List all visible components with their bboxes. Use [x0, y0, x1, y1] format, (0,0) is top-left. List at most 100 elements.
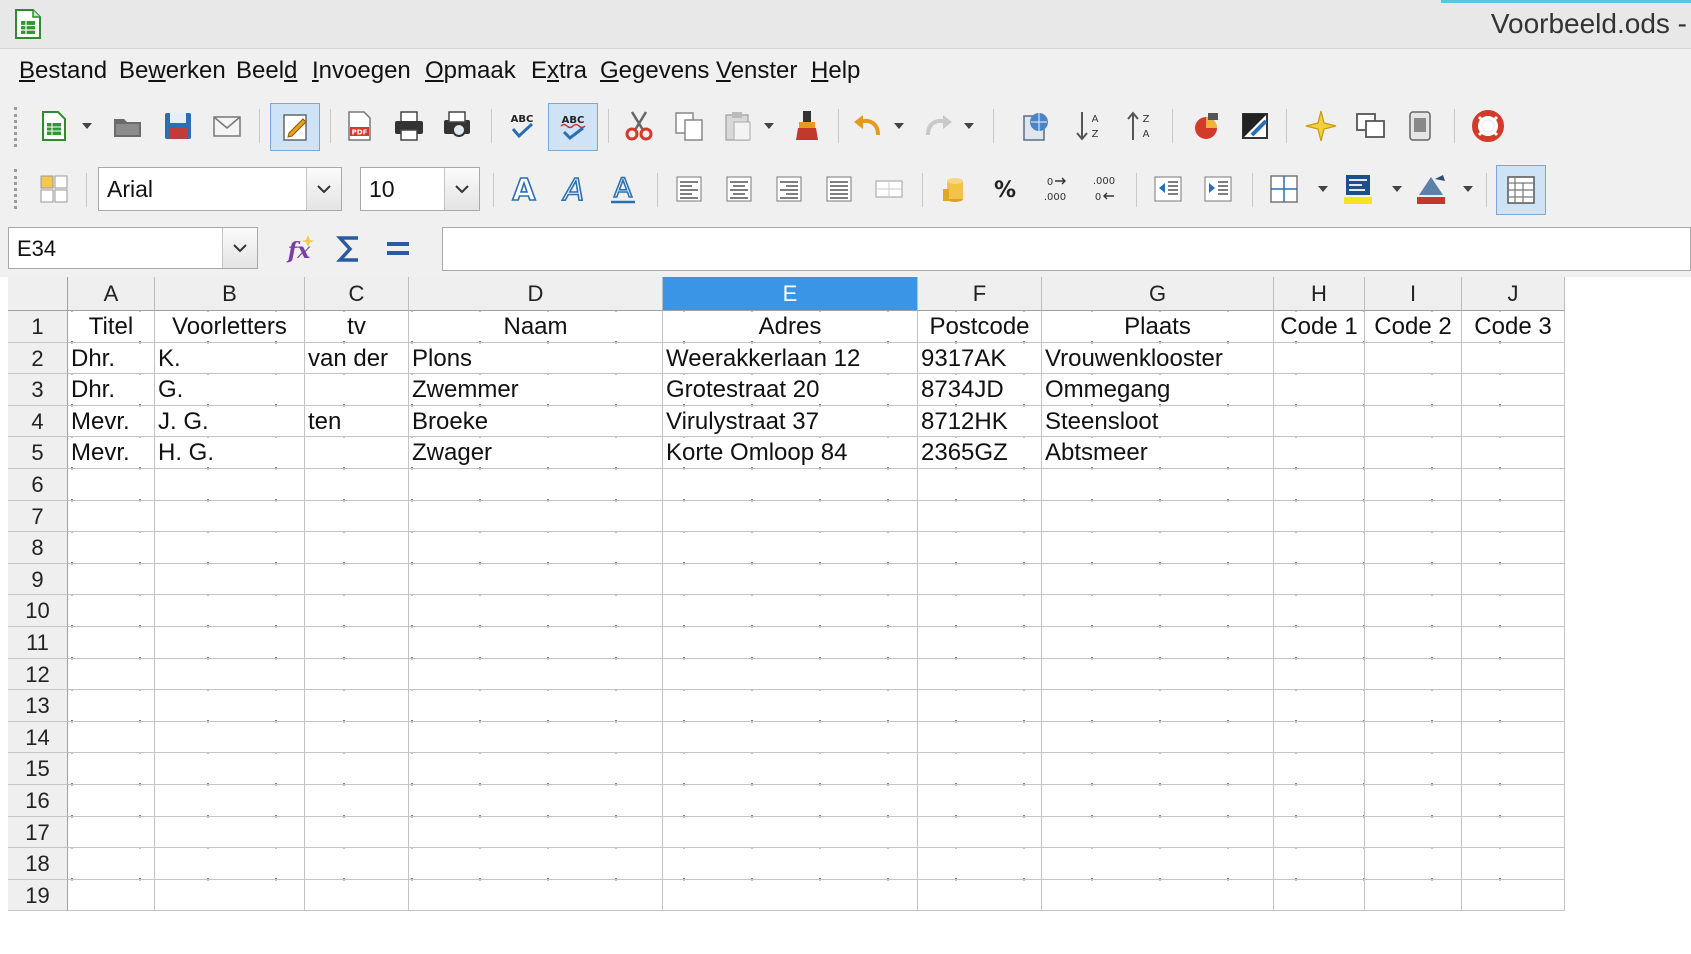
table-cell[interactable]	[1365, 469, 1462, 501]
table-cell[interactable]	[305, 532, 409, 564]
chevron-down-icon[interactable]	[306, 168, 341, 210]
help-icon[interactable]	[1466, 104, 1510, 148]
row-header[interactable]: 11	[8, 627, 68, 659]
table-cell[interactable]	[1365, 785, 1462, 817]
table-cell[interactable]	[1042, 816, 1274, 849]
header-cell[interactable]: tv	[305, 311, 409, 343]
font-color-icon[interactable]	[1409, 167, 1453, 211]
table-cell[interactable]: Korte Omloop 84	[663, 437, 918, 469]
table-cell[interactable]: Mevr.	[68, 437, 155, 469]
align-left-icon[interactable]	[667, 167, 711, 211]
table-cell[interactable]	[1462, 721, 1565, 754]
table-cell[interactable]	[155, 690, 305, 722]
table-cell[interactable]: J. G.	[155, 405, 305, 438]
table-cell[interactable]: 8734JD	[918, 374, 1042, 406]
table-cell[interactable]: H. G.	[155, 437, 305, 469]
row-header[interactable]: 8	[8, 532, 68, 564]
background-color-icon[interactable]	[1336, 167, 1380, 211]
table-cell[interactable]	[1462, 563, 1565, 596]
menu-beeld[interactable]: Beeld	[236, 57, 297, 85]
merge-cells-icon[interactable]	[867, 167, 911, 211]
table-cell[interactable]	[409, 563, 663, 596]
redo-dropdown-arrow[interactable]	[962, 104, 976, 148]
table-cell[interactable]	[1042, 848, 1274, 880]
table-cell[interactable]	[918, 469, 1042, 501]
column-header-h[interactable]: H	[1274, 277, 1365, 311]
print-icon[interactable]	[387, 104, 431, 148]
table-cell[interactable]	[1274, 469, 1365, 501]
table-cell[interactable]	[409, 816, 663, 849]
table-cell[interactable]: K.	[155, 342, 305, 375]
table-cell[interactable]	[155, 595, 305, 627]
sort-descending-icon[interactable]: ZA	[1117, 104, 1161, 148]
table-cell[interactable]: Vrouwenklooster	[1042, 342, 1274, 375]
row-header[interactable]: 3	[8, 374, 68, 406]
table-cell[interactable]	[1274, 342, 1365, 375]
function-equals-icon[interactable]	[378, 229, 418, 269]
add-decimal-icon[interactable]: 0 .000	[1033, 167, 1077, 211]
table-cell[interactable]	[1462, 879, 1565, 912]
table-cell[interactable]	[68, 721, 155, 754]
table-cell[interactable]	[305, 437, 409, 469]
table-cell[interactable]	[1042, 721, 1274, 754]
table-cell[interactable]	[409, 785, 663, 817]
table-cell[interactable]	[1042, 563, 1274, 596]
table-cell[interactable]	[68, 753, 155, 785]
insert-chart-icon[interactable]	[1184, 104, 1228, 148]
table-cell[interactable]	[1274, 437, 1365, 469]
header-cell[interactable]: Postcode	[918, 311, 1042, 343]
table-cell[interactable]	[1274, 690, 1365, 722]
table-cell[interactable]	[1274, 753, 1365, 785]
underline-icon[interactable]: A	[601, 167, 645, 211]
open-folder-icon[interactable]	[106, 104, 150, 148]
row-header[interactable]: 14	[8, 721, 68, 754]
column-header-f[interactable]: F	[918, 277, 1042, 311]
table-cell[interactable]	[918, 532, 1042, 564]
column-header-d[interactable]: D	[409, 277, 663, 311]
table-cell[interactable]	[663, 563, 918, 596]
table-cell[interactable]	[409, 753, 663, 785]
row-header[interactable]: 1	[8, 311, 68, 343]
styles-icon[interactable]	[32, 167, 76, 211]
row-header[interactable]: 5	[8, 437, 68, 469]
justify-icon[interactable]	[817, 167, 861, 211]
toolbar-grip[interactable]	[14, 107, 21, 147]
table-cell[interactable]	[1365, 848, 1462, 880]
table-cell[interactable]	[1365, 879, 1462, 912]
sort-ascending-icon[interactable]: AZ	[1066, 104, 1110, 148]
menu-extra[interactable]: Extra	[531, 57, 587, 85]
table-cell[interactable]	[155, 658, 305, 691]
header-cell[interactable]: Code 2	[1365, 311, 1462, 343]
row-header[interactable]: 4	[8, 405, 68, 438]
export-pdf-icon[interactable]: PDF	[337, 104, 381, 148]
table-cell[interactable]: Dhr.	[68, 342, 155, 375]
table-cell[interactable]	[1042, 469, 1274, 501]
column-header-c[interactable]: C	[305, 277, 409, 311]
table-cell[interactable]	[68, 879, 155, 912]
spelling-icon[interactable]: ABC	[500, 104, 544, 148]
header-cell[interactable]: Voorletters	[155, 311, 305, 343]
table-cell[interactable]	[918, 658, 1042, 691]
column-header-e[interactable]: E	[663, 277, 918, 311]
header-cell[interactable]: Code 3	[1462, 311, 1565, 343]
table-cell[interactable]: Virulystraat 37	[663, 405, 918, 438]
new-dropdown-arrow[interactable]	[80, 104, 94, 148]
table-cell[interactable]	[1274, 816, 1365, 849]
table-cell[interactable]	[305, 658, 409, 691]
row-header[interactable]: 12	[8, 658, 68, 691]
table-cell[interactable]: Abtsmeer	[1042, 437, 1274, 469]
table-cell[interactable]	[305, 816, 409, 849]
row-header[interactable]: 10	[8, 595, 68, 627]
table-cell[interactable]	[1042, 785, 1274, 817]
table-cell[interactable]: Zwemmer	[409, 374, 663, 406]
italic-icon[interactable]: A	[552, 167, 596, 211]
table-cell[interactable]: van der	[305, 342, 409, 375]
table-cell[interactable]	[918, 595, 1042, 627]
column-header-j[interactable]: J	[1462, 277, 1565, 311]
table-cell[interactable]	[155, 816, 305, 849]
table-cell[interactable]	[409, 721, 663, 754]
table-cell[interactable]	[1462, 437, 1565, 469]
table-cell[interactable]	[1365, 374, 1462, 406]
table-cell[interactable]: Dhr.	[68, 374, 155, 406]
table-cell[interactable]	[663, 500, 918, 533]
